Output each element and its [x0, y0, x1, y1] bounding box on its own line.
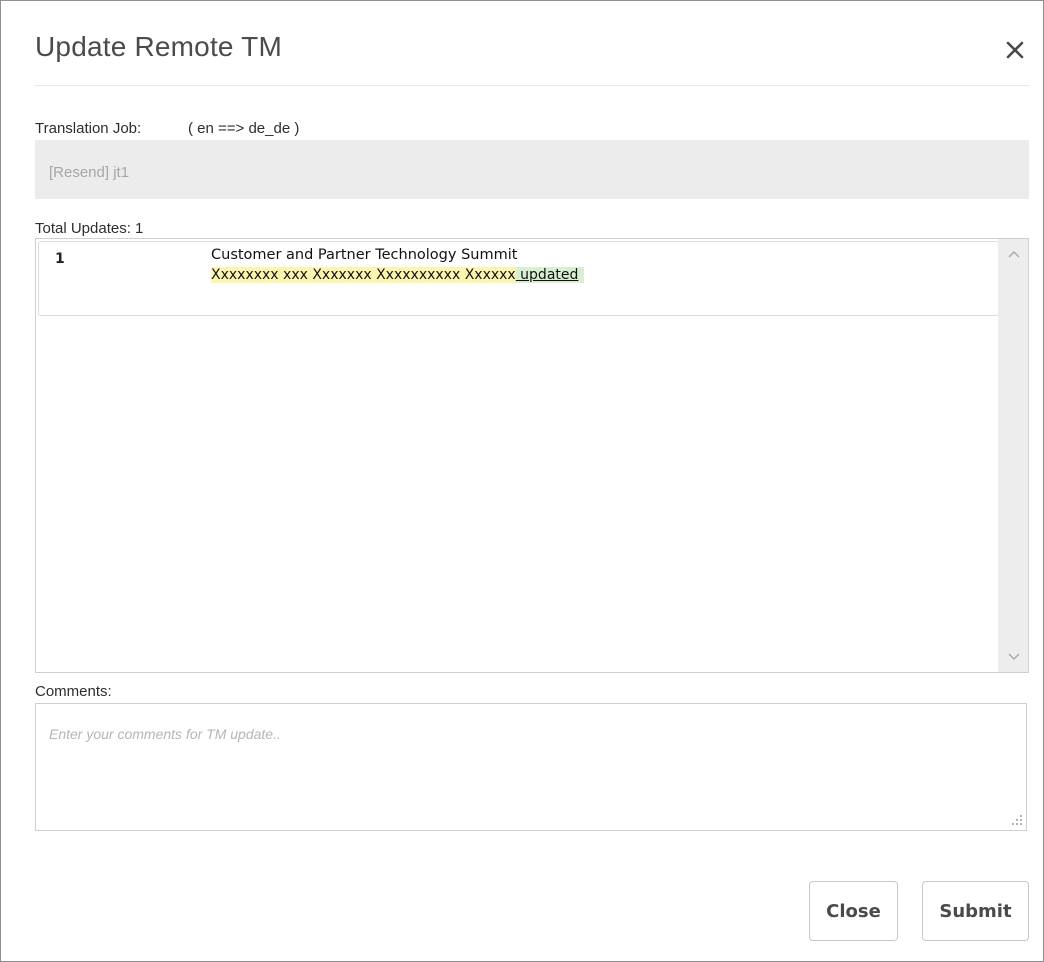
- updates-list: 1 Customer and Partner Technology Summit…: [35, 238, 1029, 673]
- update-number: 1: [55, 251, 65, 267]
- chevron-up-icon[interactable]: [1008, 249, 1020, 259]
- target-added-text: updated: [515, 267, 585, 283]
- source-text: Customer and Partner Technology Summit: [211, 247, 518, 263]
- target-text: Xxxxxxxx xxx Xxxxxxx Xxxxxxxxxx Xxxxxx u…: [211, 267, 585, 283]
- close-button[interactable]: Close: [809, 881, 898, 941]
- translation-job-field: [Resend] jt1: [35, 140, 1029, 199]
- update-remote-tm-dialog: Update Remote TM Translation Job: ( en =…: [0, 0, 1044, 962]
- updates-scrollbar[interactable]: [998, 239, 1028, 672]
- chevron-down-icon[interactable]: [1008, 652, 1020, 662]
- language-pair: ( en ==> de_de ): [188, 120, 300, 137]
- comments-textarea[interactable]: [35, 703, 1027, 831]
- translation-job-label: Translation Job:: [35, 120, 142, 137]
- header-divider: [35, 85, 1029, 86]
- update-item: 1 Customer and Partner Technology Summit…: [38, 241, 999, 316]
- close-icon[interactable]: [1002, 37, 1028, 63]
- total-updates-label: Total Updates: 1: [35, 220, 144, 237]
- dialog-title: Update Remote TM: [35, 31, 283, 62]
- comments-label: Comments:: [35, 683, 112, 700]
- resize-grip-icon[interactable]: [1011, 813, 1023, 825]
- target-original-text: Xxxxxxxx xxx Xxxxxxx Xxxxxxxxxx Xxxxxx: [211, 267, 516, 283]
- submit-button[interactable]: Submit: [922, 881, 1029, 941]
